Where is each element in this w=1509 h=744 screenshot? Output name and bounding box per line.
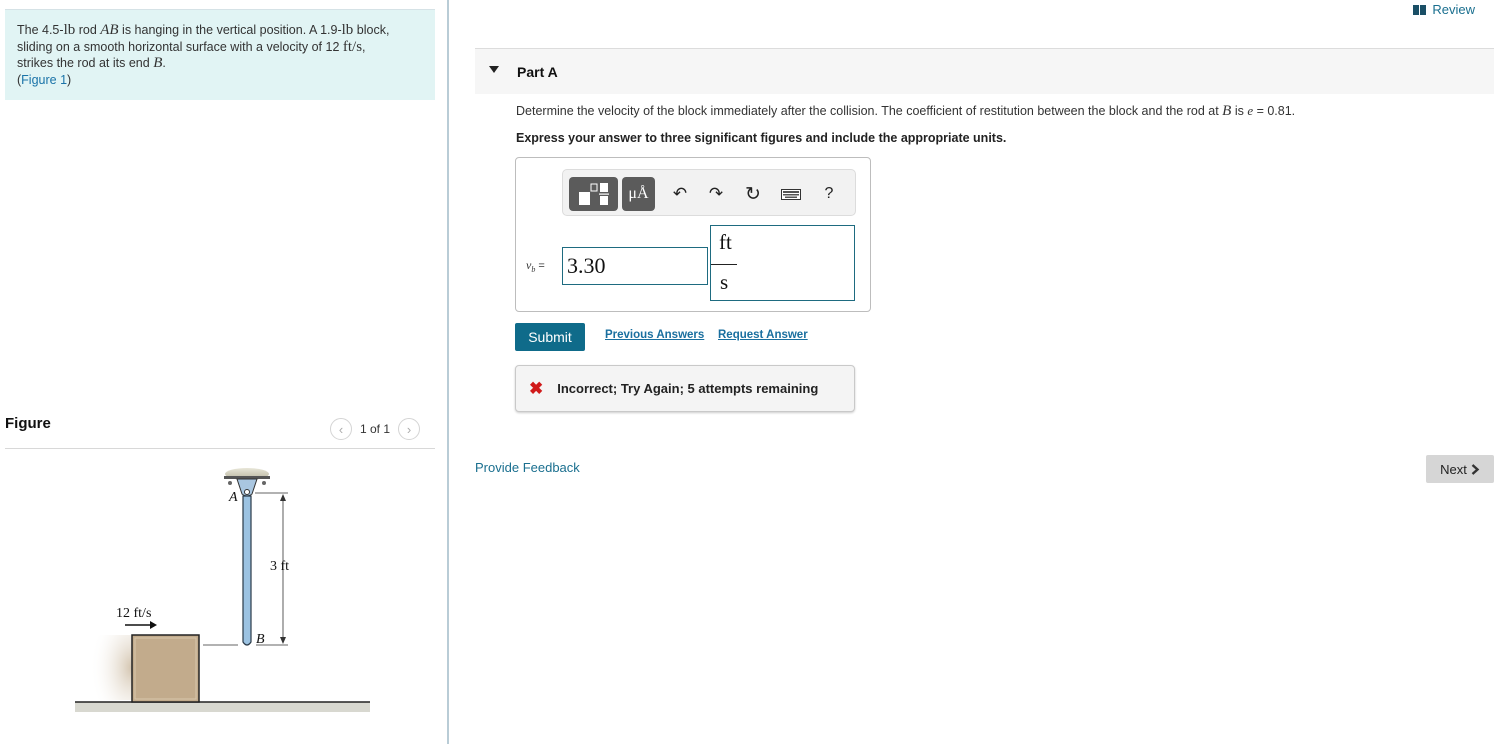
question-pre: Determine the velocity of the block imme… — [516, 104, 1223, 118]
dimension-arrow-top — [280, 494, 286, 501]
ground-hatch — [75, 702, 370, 712]
figure-image: 12 ft/s A B 3 ft — [75, 468, 370, 712]
feedback-message: ✖ Incorrect; Try Again; 5 attempts remai… — [515, 365, 855, 412]
submit-button[interactable]: Submit — [515, 323, 585, 351]
undo-icon[interactable]: ↶ — [667, 181, 693, 207]
column-divider — [447, 0, 449, 744]
length-label: 3 ft — [270, 559, 289, 574]
figure-page-count: 1 of 1 — [360, 422, 391, 436]
book-icon — [1413, 4, 1427, 15]
unit-numerator: ft — [719, 230, 732, 254]
motion-blur — [90, 635, 132, 700]
variable-label: vb = — [526, 258, 545, 274]
velocity-unit: ft/s — [342, 38, 363, 55]
rod — [242, 495, 252, 646]
math-toolbar: μÅ ↶ ↷ ↻ ? — [562, 169, 856, 216]
problem-text: rod — [75, 23, 101, 37]
review-link[interactable]: Review — [1413, 2, 1475, 17]
problem-text: The 4.5- — [17, 23, 64, 37]
equals-sign: = — [538, 260, 545, 272]
instruction-text: Express your answer to three significant… — [516, 131, 1007, 145]
fraction-bar — [711, 264, 737, 265]
chevron-right-icon[interactable]: › — [398, 418, 421, 440]
label-a: A — [228, 490, 238, 505]
chevron-left-icon[interactable]: ‹ — [330, 418, 352, 440]
unit-denominator: s — [720, 270, 729, 294]
figure-link[interactable]: Figure 1 — [21, 73, 67, 87]
problem-text: . — [162, 56, 166, 70]
question-post: = 0.81. — [1253, 104, 1296, 118]
velocity-label: 12 ft/s — [116, 606, 151, 621]
feedback-text: Incorrect; Try Again; 5 attempts remaini… — [557, 381, 819, 396]
answer-units-input[interactable]: ft s — [710, 225, 855, 301]
redo-icon[interactable]: ↷ — [703, 181, 729, 207]
bolt — [228, 481, 232, 485]
answer-panel: μÅ ↶ ↷ ↻ ? vb = ft s — [515, 157, 871, 312]
problem-text: sliding on a smooth horizontal surface w… — [17, 39, 343, 54]
unit-lb: lb — [63, 22, 76, 38]
end-name: B — [153, 55, 163, 71]
keyboard-icon[interactable] — [778, 181, 804, 207]
figure-title: Figure — [5, 415, 51, 432]
question-text: Determine the velocity of the block imme… — [516, 103, 1295, 120]
reset-icon[interactable]: ↻ — [740, 181, 766, 207]
problem-text: , — [362, 39, 366, 54]
figure-divider — [5, 448, 435, 449]
velocity-arrowhead — [150, 621, 157, 629]
provide-feedback-link[interactable]: Provide Feedback — [475, 460, 580, 475]
block — [131, 634, 200, 703]
part-a-header[interactable]: Part A — [475, 48, 1494, 94]
question-mid: is — [1231, 104, 1248, 118]
previous-answers-link[interactable]: Previous Answers — [605, 329, 704, 341]
question-var: B — [1222, 103, 1232, 119]
problem-text: block, — [353, 23, 390, 37]
help-button[interactable]: ? — [816, 181, 842, 207]
templates-icon — [578, 183, 609, 205]
dimension-arrow-bottom — [280, 637, 286, 644]
next-label: Next — [1440, 461, 1467, 477]
problem-statement: The 4.5-lb rod AB is hanging in the vert… — [5, 9, 435, 100]
rod-name: AB — [100, 22, 119, 38]
variable-sub: b — [531, 265, 536, 275]
units-button[interactable]: μÅ — [622, 177, 655, 211]
part-title: Part A — [517, 64, 558, 80]
bolt — [262, 481, 266, 485]
unit-lb: lb — [341, 22, 354, 38]
request-answer-link[interactable]: Request Answer — [718, 329, 808, 341]
collapse-triangle-icon[interactable] — [489, 66, 499, 73]
pin-a — [244, 489, 250, 495]
x-icon: ✖ — [529, 378, 544, 398]
figure-pager: ‹ 1 of 1 › — [330, 418, 421, 440]
review-label: Review — [1432, 2, 1475, 17]
problem-text: is hanging in the vertical position. A 1… — [118, 23, 342, 37]
templates-button[interactable] — [569, 177, 618, 211]
answer-value-input[interactable] — [562, 247, 708, 285]
next-button[interactable]: Next — [1426, 455, 1494, 483]
chevron-right-icon — [1471, 463, 1480, 475]
problem-text: strikes the rod at its end — [17, 56, 154, 70]
